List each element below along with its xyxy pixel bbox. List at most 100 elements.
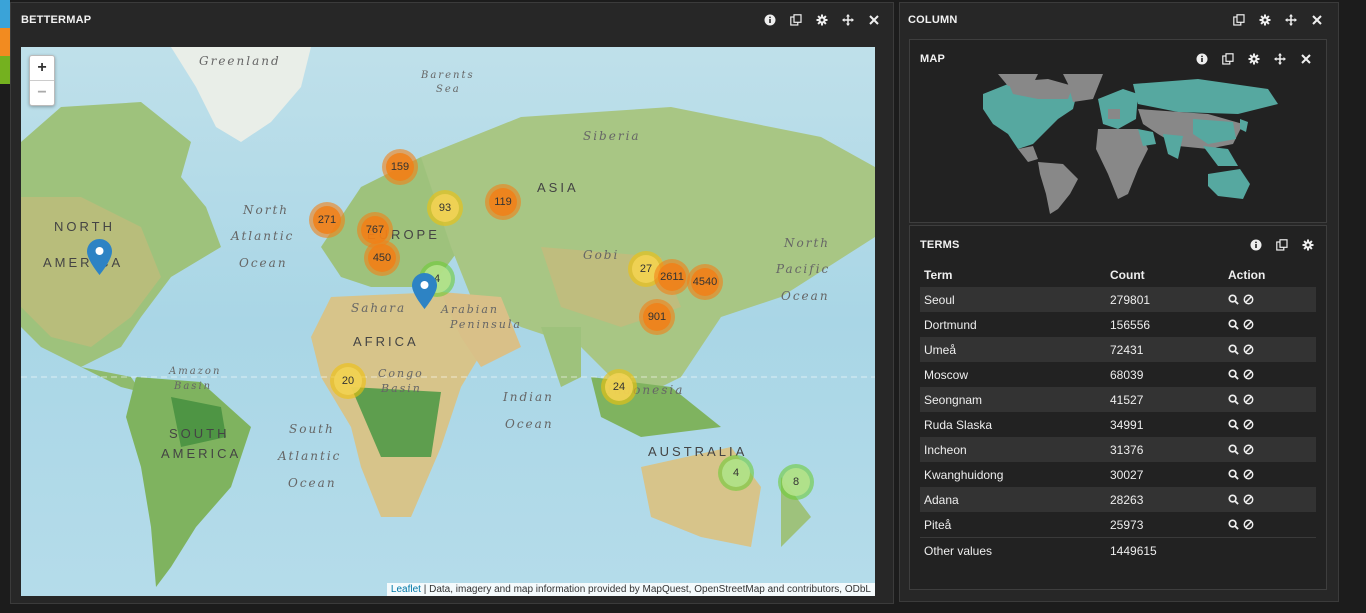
exclude-icon[interactable] — [1243, 444, 1254, 455]
marker-cluster[interactable]: 901 — [639, 299, 675, 335]
marker-cluster[interactable]: 450 — [364, 240, 400, 276]
terms-row: Ruda Slaska 34991 — [920, 412, 1316, 437]
marker-cluster[interactable]: 271 — [309, 202, 345, 238]
count-cell: 31376 — [1106, 437, 1224, 462]
marker-cluster[interactable]: 4 — [718, 455, 754, 491]
exclude-icon[interactable] — [1243, 369, 1254, 380]
attribution-text: | Data, imagery and map information prov… — [420, 584, 871, 595]
gear-icon[interactable] — [1259, 14, 1271, 26]
duplicate-icon[interactable] — [1233, 14, 1245, 26]
magnify-icon[interactable] — [1228, 319, 1239, 330]
term-cell: Seoul — [920, 287, 1106, 312]
label-peninsula: Peninsula — [450, 318, 522, 331]
action-cell — [1224, 362, 1316, 387]
exclude-icon[interactable] — [1243, 344, 1254, 355]
magnify-icon[interactable] — [1228, 344, 1239, 355]
terms-row: Dortmund 156556 — [920, 312, 1316, 337]
magnify-icon[interactable] — [1228, 294, 1239, 305]
info-icon[interactable] — [1196, 53, 1208, 65]
magnify-icon[interactable] — [1228, 419, 1239, 430]
term-cell: Moscow — [924, 367, 969, 382]
map-pin-icon — [412, 273, 437, 309]
country-africa[interactable] — [1096, 129, 1148, 199]
terms-row: Moscow 68039 — [920, 362, 1316, 387]
country-korea-japan[interactable] — [1240, 119, 1248, 132]
exclude-icon[interactable] — [1243, 294, 1254, 305]
move-icon[interactable] — [1274, 53, 1286, 65]
label-asia: ASIA — [537, 180, 579, 195]
action-cell — [1224, 437, 1316, 462]
zoom-in-button[interactable]: + — [30, 56, 54, 80]
duplicate-icon[interactable] — [1222, 53, 1234, 65]
marker-cluster[interactable]: 20 — [330, 363, 366, 399]
label-north-atlantic-3: Ocean — [239, 256, 288, 270]
magnify-icon[interactable] — [1228, 494, 1239, 505]
action-cell — [1224, 512, 1316, 538]
move-icon[interactable] — [842, 14, 854, 26]
marker-cluster[interactable]: 8 — [778, 464, 814, 500]
zoom-out-button[interactable]: − — [30, 80, 54, 105]
close-icon[interactable] — [1300, 53, 1312, 65]
label-barents-sea: Sea — [436, 84, 461, 95]
exclude-icon[interactable] — [1243, 419, 1254, 430]
header-term[interactable]: Term — [920, 262, 1106, 287]
close-icon[interactable] — [868, 14, 880, 26]
country-south-east-asia[interactable] — [1203, 146, 1238, 166]
label-africa: AFRICA — [353, 334, 419, 349]
term-cell: Dortmund — [924, 317, 977, 332]
choropleth-world-map[interactable] — [978, 74, 1284, 214]
leaflet-link[interactable]: Leaflet — [391, 584, 421, 595]
terms-table: Term Count Action Seoul 279801 Dortmund 156… — [920, 262, 1316, 563]
count-cell: 34991 — [1110, 417, 1144, 432]
action-cell — [1224, 412, 1316, 437]
map-attribution: Leaflet | Data, imagery and map informat… — [386, 583, 875, 596]
exclude-icon[interactable] — [1243, 469, 1254, 480]
map-pin-marker[interactable] — [412, 273, 437, 309]
exclude-icon[interactable] — [1243, 494, 1254, 505]
count-cell: 41527 — [1106, 387, 1224, 412]
magnify-icon[interactable] — [1228, 469, 1239, 480]
count-cell: 279801 — [1106, 287, 1224, 312]
world-map[interactable]: Greenland Barents Sea Siberia ASIA NORTH… — [21, 47, 875, 596]
gear-icon[interactable] — [816, 14, 828, 26]
label-north-atlantic-2: Atlantic — [231, 229, 295, 243]
map-pin-marker[interactable] — [87, 239, 112, 275]
exclude-icon[interactable] — [1243, 394, 1254, 405]
country-south-america[interactable] — [1038, 162, 1078, 214]
marker-cluster[interactable]: 119 — [485, 184, 521, 220]
magnify-icon[interactable] — [1228, 519, 1239, 530]
marker-cluster[interactable]: 93 — [427, 190, 463, 226]
gear-icon[interactable] — [1248, 53, 1260, 65]
magnify-icon[interactable] — [1228, 444, 1239, 455]
country-mexico[interactable] — [1018, 146, 1038, 162]
label-south-atlantic-2: Atlantic — [278, 449, 342, 463]
terms-row: Kwanghuidong 30027 — [920, 462, 1316, 487]
cluster-count: 4 — [722, 459, 750, 487]
duplicate-icon[interactable] — [1276, 239, 1288, 251]
marker-cluster[interactable]: 2611 — [654, 259, 690, 295]
move-icon[interactable] — [1285, 14, 1297, 26]
country-central-europe[interactable] — [1108, 109, 1120, 119]
duplicate-icon[interactable] — [790, 14, 802, 26]
country-india[interactable] — [1163, 134, 1183, 159]
country-australia[interactable] — [1208, 169, 1250, 199]
marker-cluster[interactable]: 4540 — [687, 264, 723, 300]
cluster-count: 93 — [431, 194, 459, 222]
marker-cluster[interactable]: 24 — [601, 369, 637, 405]
exclude-icon[interactable] — [1243, 519, 1254, 530]
term-cell: Umeå — [920, 337, 1106, 362]
country-russia[interactable] — [1133, 79, 1278, 114]
term-cell: Kwanghuidong — [924, 467, 1004, 482]
header-count[interactable]: Count — [1106, 262, 1224, 287]
info-icon[interactable] — [1250, 239, 1262, 251]
magnify-icon[interactable] — [1228, 369, 1239, 380]
marker-cluster[interactable]: 159 — [382, 149, 418, 185]
info-icon[interactable] — [764, 14, 776, 26]
magnify-icon[interactable] — [1228, 394, 1239, 405]
close-icon[interactable] — [1311, 14, 1323, 26]
label-south-atlantic-1: South — [289, 422, 335, 436]
exclude-icon[interactable] — [1243, 319, 1254, 330]
cluster-count: 119 — [489, 188, 517, 216]
gear-icon[interactable] — [1302, 239, 1314, 251]
label-siberia: Siberia — [583, 129, 641, 143]
